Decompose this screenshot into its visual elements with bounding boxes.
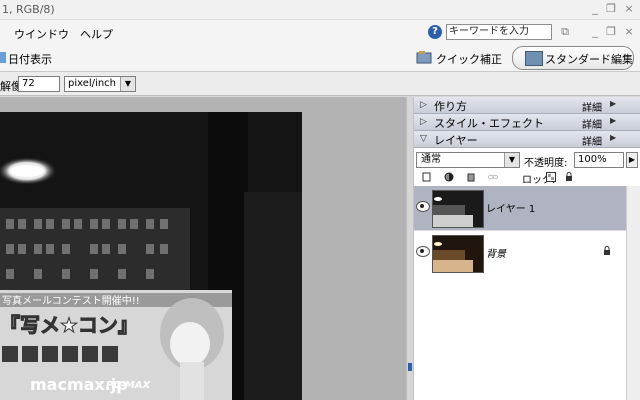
title-bar: 1, RGB/8) _ ❐ ×: [0, 0, 640, 20]
chevron-down-icon[interactable]: ▼: [504, 153, 519, 167]
layer-row-background[interactable]: 背景: [414, 230, 626, 275]
quick-fix-label: クイック補正: [436, 53, 502, 66]
panel-splitter[interactable]: [406, 97, 414, 400]
quick-fix-icon: [416, 51, 432, 64]
panel-title-recipes: 作り方: [434, 100, 467, 113]
layer-thumbnail-image: [433, 191, 483, 227]
detail-button[interactable]: 詳細: [582, 99, 602, 114]
banner-brand: PC-MAX: [106, 380, 152, 391]
layer-thumbnail-image: [433, 236, 483, 272]
document-photo[interactable]: 写真メールコンテスト開催中!! 『写メ★コン』 macmax.jp PC-MAX: [0, 112, 302, 400]
doc-restore-icon[interactable]: ❐: [604, 25, 618, 39]
layers-scrollbar[interactable]: [626, 186, 640, 400]
menu-window[interactable]: ウインドウ: [14, 26, 69, 42]
panel-title-styles: スタイル・エフェクト: [434, 117, 544, 130]
doc-close-icon[interactable]: ×: [622, 25, 636, 39]
lock-transparency-icon[interactable]: [546, 172, 556, 182]
standard-edit-label: スタンダード編集: [545, 53, 633, 66]
date-display-button[interactable]: 日付表示: [8, 51, 52, 67]
minimize-icon[interactable]: _: [588, 2, 602, 16]
collapse-arrow-icon[interactable]: [408, 363, 412, 371]
doc-minimize-icon[interactable]: _: [588, 25, 602, 39]
lock-icon: [604, 246, 610, 255]
eye-icon[interactable]: [416, 246, 430, 257]
panel-header-styles[interactable]: ▷ スタイル・エフェクト 詳細 ▶: [414, 114, 640, 131]
restore-icon[interactable]: ❐: [604, 2, 618, 16]
eye-icon[interactable]: [416, 201, 430, 212]
window-title: 1, RGB/8): [2, 3, 55, 16]
collapse-triangle-icon: ▽: [420, 134, 427, 144]
new-layer-icon[interactable]: [422, 172, 432, 182]
trash-icon[interactable]: [466, 172, 476, 182]
search-input[interactable]: キーワードを入力: [446, 24, 552, 40]
unit-value: pixel/inch: [68, 78, 116, 89]
standard-edit-button[interactable]: スタンダード編集: [512, 46, 634, 70]
options-bar: 解像度: 72 pixel/inch ▼: [0, 72, 640, 96]
link-icon[interactable]: [488, 172, 498, 182]
menu-help[interactable]: ヘルプ: [80, 26, 113, 42]
layer-thumbnail: [432, 190, 484, 228]
detail-arrow-icon[interactable]: ▶: [610, 99, 616, 108]
banner-line1: 写真メールコンテスト開催中!!: [2, 294, 140, 307]
unit-select[interactable]: pixel/inch ▼: [64, 76, 136, 92]
opacity-slider-toggle[interactable]: ▶: [626, 152, 638, 168]
panel-title-layers: レイヤー: [434, 134, 478, 147]
palette-bin: ▷ 作り方 詳細 ▶ ▷ スタイル・エフェクト 詳細 ▶ ▽ レイヤー 詳細 ▶…: [414, 97, 640, 400]
panel-header-layers[interactable]: ▽ レイヤー 詳細 ▶: [414, 131, 640, 148]
expand-triangle-icon: ▷: [420, 117, 427, 127]
lock-all-icon[interactable]: [564, 172, 574, 182]
standard-edit-icon: [525, 51, 543, 66]
adjustment-layer-icon[interactable]: [444, 172, 454, 182]
close-icon[interactable]: ×: [622, 2, 636, 16]
banner-line2: 『写メ★コン』: [0, 313, 138, 337]
help-icon[interactable]: ?: [428, 25, 442, 39]
blend-mode-value: 通常: [421, 154, 441, 165]
panel-layout-icon[interactable]: ⧉: [558, 25, 572, 39]
panel-header-recipes[interactable]: ▷ 作り方 詳細 ▶: [414, 97, 640, 114]
detail-button[interactable]: 詳細: [582, 116, 602, 131]
main-toolbar: 日付表示 クイック補正 スタンダード編集: [0, 44, 640, 72]
layer-name: 背景: [486, 249, 506, 260]
expand-triangle-icon: ▷: [420, 100, 427, 110]
detail-arrow-icon[interactable]: ▶: [610, 116, 616, 125]
detail-button[interactable]: 詳細: [582, 133, 602, 148]
menu-bar: ウインドウ ヘルプ ? キーワードを入力 ⧉ _ ❐ ×: [0, 20, 640, 44]
photo-image: 写真メールコンテスト開催中!! 『写メ★コン』 macmax.jp PC-MAX: [0, 112, 302, 400]
calendar-icon: [0, 52, 6, 63]
layer-thumbnail: [432, 235, 484, 273]
detail-arrow-icon[interactable]: ▶: [610, 133, 616, 142]
layer-row-layer1[interactable]: レイヤー 1: [414, 186, 626, 230]
resolution-input[interactable]: 72: [18, 76, 60, 92]
blend-mode-select[interactable]: 通常 ▼: [416, 152, 520, 168]
chevron-down-icon[interactable]: ▼: [120, 77, 135, 91]
layer-name: レイヤー 1: [486, 204, 536, 215]
opacity-input[interactable]: 100%: [574, 152, 624, 168]
opacity-label: 不透明度:: [524, 158, 568, 169]
